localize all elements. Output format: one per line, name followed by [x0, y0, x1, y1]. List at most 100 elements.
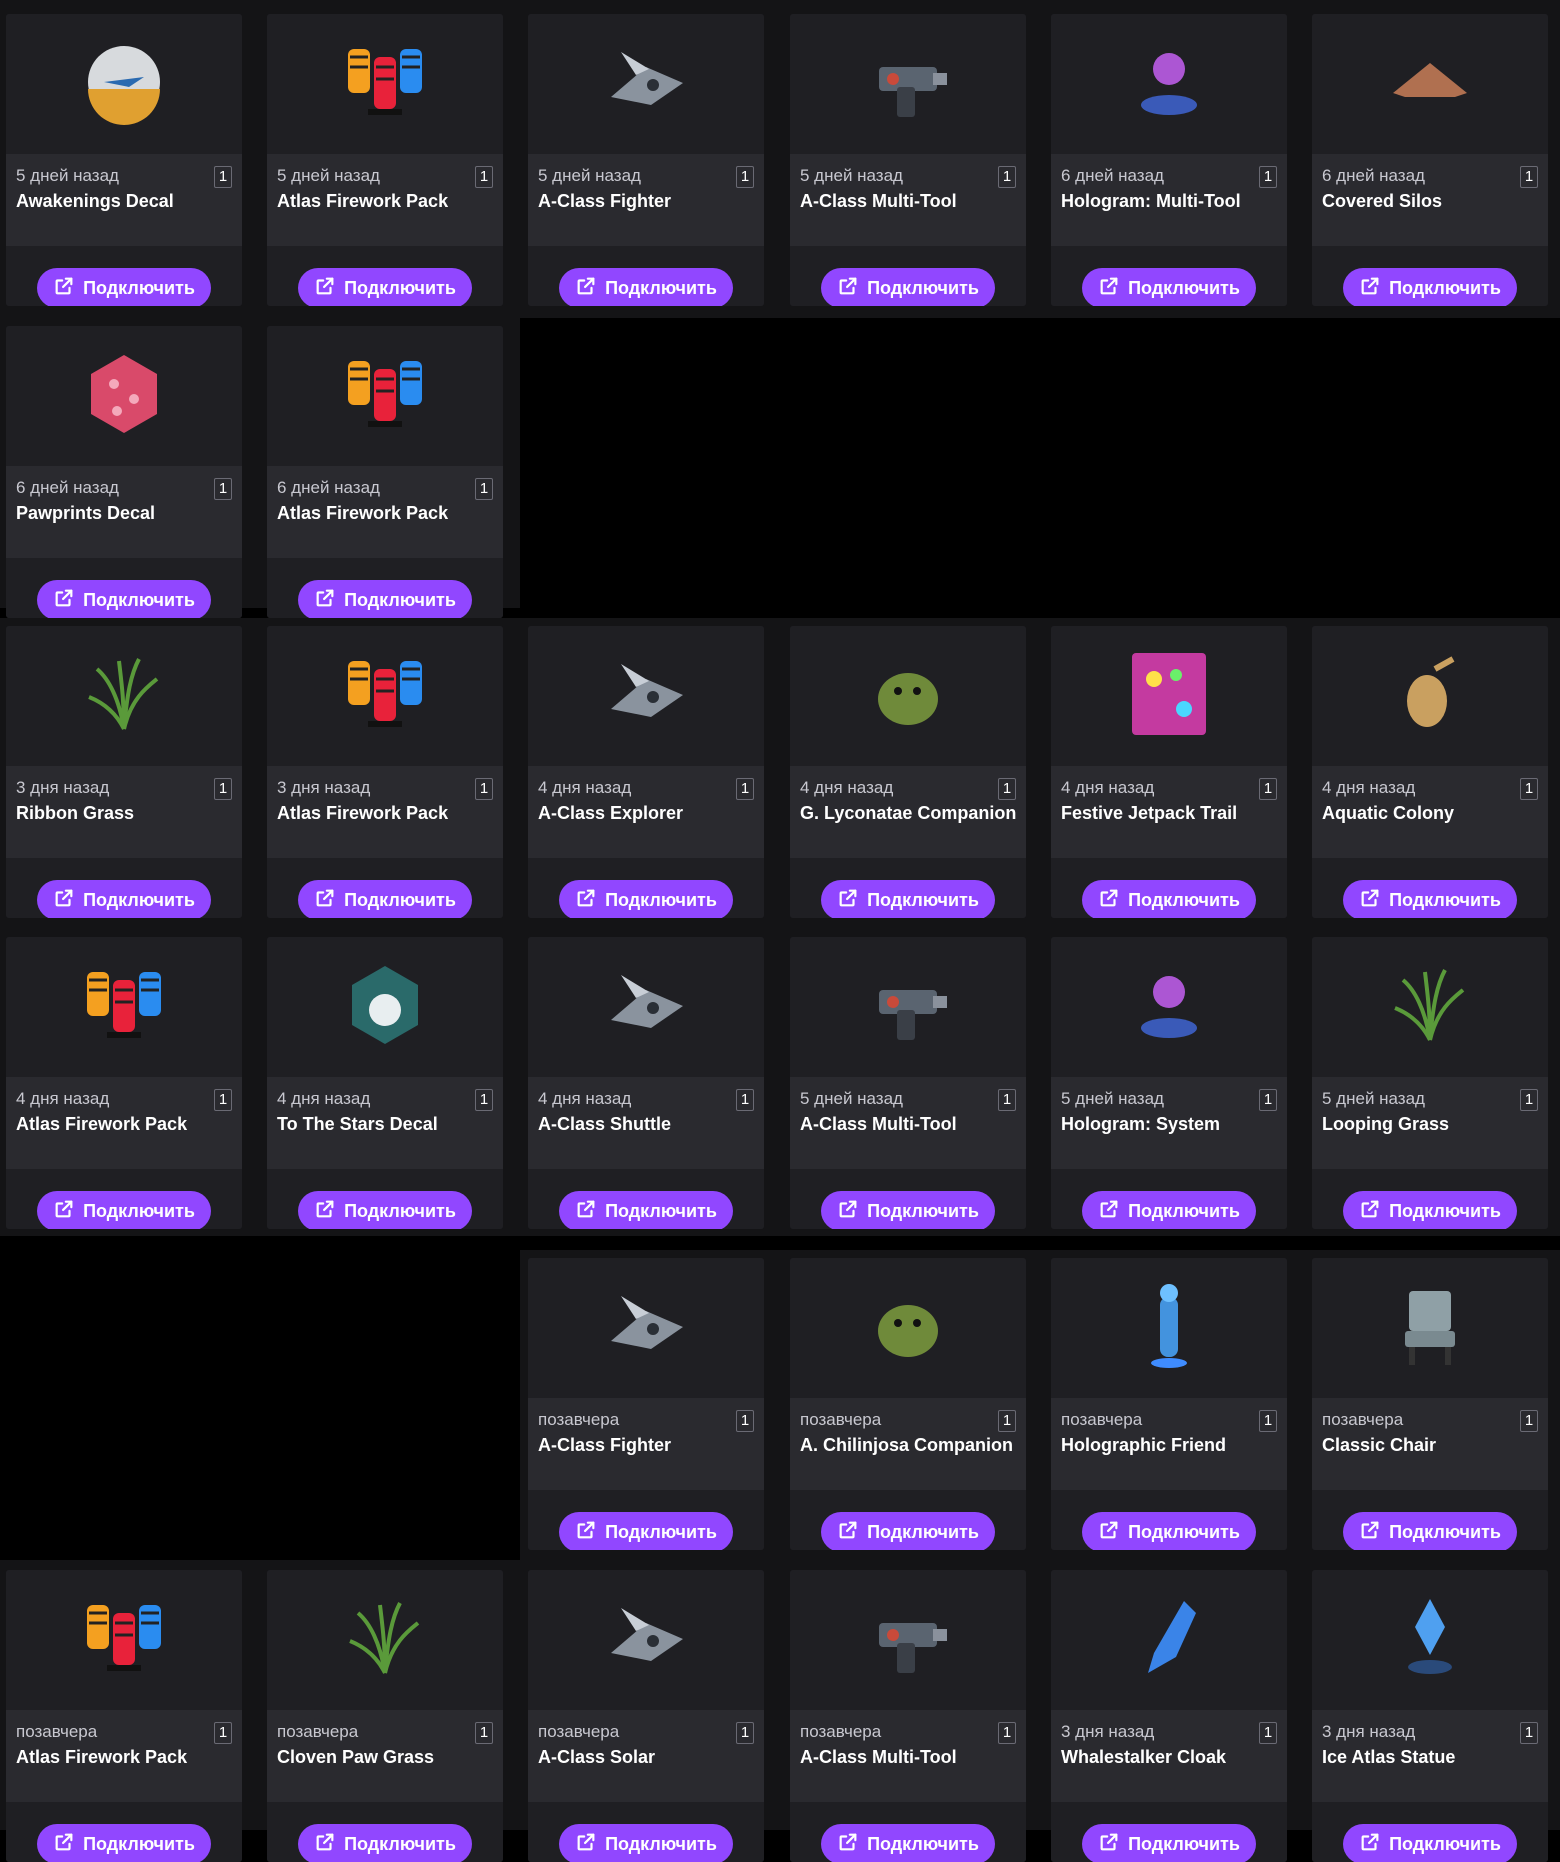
- connect-button[interactable]: Подключить: [821, 880, 995, 918]
- received-time: 5 дней назад: [800, 1089, 903, 1108]
- connect-button[interactable]: Подключить: [559, 268, 733, 306]
- connect-button[interactable]: Подключить: [37, 580, 211, 618]
- connect-button[interactable]: Подключить: [559, 1512, 733, 1550]
- external-link-icon: [53, 275, 75, 302]
- card-footer: Подключить: [6, 246, 242, 306]
- item-info: позавчера 1 Classic Chair: [1312, 1398, 1548, 1490]
- received-time: позавчера: [1061, 1410, 1143, 1429]
- card-footer: Подключить: [1312, 246, 1548, 306]
- connect-button[interactable]: Подключить: [821, 1512, 995, 1550]
- item-image: [6, 14, 242, 154]
- card-footer: Подключить: [528, 246, 764, 306]
- item-name: A-Class Multi-Tool: [800, 1114, 957, 1134]
- received-time: 4 дня назад: [16, 1089, 110, 1108]
- card-footer: Подключить: [1312, 1169, 1548, 1229]
- quantity-badge: 1: [214, 166, 232, 188]
- connect-button[interactable]: Подключить: [298, 880, 472, 918]
- drop-card: 5 дней назад 1 A-Class Multi-Tool Подклю…: [790, 14, 1026, 306]
- drop-card: 6 дней назад 1 Pawprints Decal Подключит…: [6, 326, 242, 618]
- connect-button[interactable]: Подключить: [37, 1191, 211, 1229]
- shuttle-ship-icon: [591, 950, 701, 1065]
- external-link-icon: [1098, 1831, 1120, 1858]
- item-info: 5 дней назад 1 Looping Grass: [1312, 1077, 1548, 1169]
- connect-button-label: Подключить: [83, 889, 195, 910]
- statue-icon: [1375, 1583, 1485, 1698]
- connect-button-label: Подключить: [83, 1200, 195, 1221]
- external-link-icon: [1098, 1198, 1120, 1225]
- drop-card: 4 дня назад 1 A-Class Explorer Подключит…: [528, 626, 764, 918]
- quantity-badge: 1: [1520, 1722, 1538, 1744]
- quantity-badge: 1: [736, 1722, 754, 1744]
- received-time: 6 дней назад: [16, 478, 119, 497]
- connect-button[interactable]: Подключить: [1082, 268, 1256, 306]
- drop-card: 6 дней назад 1 Atlas Firework Pack Подкл…: [267, 326, 503, 618]
- received-time: 3 дня назад: [1322, 1722, 1416, 1741]
- external-link-icon: [575, 887, 597, 914]
- connect-button[interactable]: Подключить: [1082, 1191, 1256, 1229]
- quantity-badge: 1: [736, 166, 754, 188]
- connect-button[interactable]: Подключить: [1343, 1512, 1517, 1550]
- connect-button[interactable]: Подключить: [1343, 1191, 1517, 1229]
- received-time: позавчера: [16, 1722, 98, 1741]
- connect-button-label: Подключить: [344, 1833, 456, 1854]
- firework-pack-icon: [330, 639, 440, 754]
- received-time: 5 дней назад: [538, 166, 641, 185]
- connect-button[interactable]: Подключить: [1343, 268, 1517, 306]
- item-image: [528, 14, 764, 154]
- drop-card: 4 дня назад 1 Atlas Firework Pack Подклю…: [6, 937, 242, 1229]
- connect-button-label: Подключить: [83, 277, 195, 298]
- external-link-icon: [575, 275, 597, 302]
- connect-button-label: Подключить: [605, 889, 717, 910]
- item-name: A. Chilinjosa Companion: [800, 1435, 1014, 1455]
- card-footer: Подключить: [1051, 1490, 1287, 1550]
- connect-button-label: Подключить: [867, 889, 979, 910]
- connect-button[interactable]: Подключить: [37, 268, 211, 306]
- item-name: Whalestalker Cloak: [1061, 1747, 1227, 1767]
- quantity-badge: 1: [998, 1089, 1016, 1111]
- card-footer: Подключить: [528, 858, 764, 918]
- connect-button[interactable]: Подключить: [1343, 880, 1517, 918]
- connect-button[interactable]: Подключить: [559, 880, 733, 918]
- item-name: Cloven Paw Grass: [277, 1747, 435, 1767]
- item-image: [528, 1258, 764, 1398]
- drop-card: 6 дней назад 1 Covered Silos Подключить: [1312, 14, 1548, 306]
- connect-button[interactable]: Подключить: [1082, 880, 1256, 918]
- external-link-icon: [1359, 887, 1381, 914]
- aquatic-colony-icon: [1375, 639, 1485, 754]
- item-name: A-Class Multi-Tool: [800, 1747, 957, 1767]
- item-image: [1051, 1258, 1287, 1398]
- card-footer: Подключить: [790, 1490, 1026, 1550]
- item-image: [6, 326, 242, 466]
- item-info: 6 дней назад 1 Atlas Firework Pack: [267, 466, 503, 558]
- connect-button[interactable]: Подключить: [298, 1191, 472, 1229]
- card-footer: Подключить: [6, 858, 242, 918]
- connect-button[interactable]: Подключить: [559, 1191, 733, 1229]
- connect-button[interactable]: Подключить: [821, 1191, 995, 1229]
- item-name: Atlas Firework Pack: [277, 503, 449, 523]
- connect-button[interactable]: Подключить: [37, 880, 211, 918]
- connect-button-label: Подключить: [344, 889, 456, 910]
- drop-card: 5 дней назад 1 Hologram: System Подключи…: [1051, 937, 1287, 1229]
- external-link-icon: [314, 1831, 336, 1858]
- connect-button[interactable]: Подключить: [821, 268, 995, 306]
- item-name: Hologram: Multi-Tool: [1061, 191, 1241, 211]
- connect-button[interactable]: Подключить: [298, 268, 472, 306]
- item-image: [528, 626, 764, 766]
- quantity-badge: 1: [475, 478, 493, 500]
- companion-creature-icon: [853, 1271, 963, 1386]
- external-link-icon: [1359, 1198, 1381, 1225]
- grass-icon: [69, 639, 179, 754]
- item-info: 5 дней назад 1 A-Class Multi-Tool: [790, 154, 1026, 246]
- item-name: Atlas Firework Pack: [277, 191, 449, 211]
- drop-card: 3 дня назад 1 Ice Atlas Statue Подключит…: [1312, 1570, 1548, 1862]
- connect-button[interactable]: Подключить: [1082, 1512, 1256, 1550]
- connect-button-label: Подключить: [344, 1200, 456, 1221]
- item-info: позавчера 1 A. Chilinjosa Companion: [790, 1398, 1026, 1490]
- item-image: [267, 14, 503, 154]
- drop-card: 6 дней назад 1 Hologram: Multi-Tool Подк…: [1051, 14, 1287, 306]
- card-footer: Подключить: [6, 558, 242, 618]
- external-link-icon: [314, 587, 336, 614]
- connect-button[interactable]: Подключить: [298, 580, 472, 618]
- item-info: позавчера 1 A-Class Fighter: [528, 1398, 764, 1490]
- item-name: A-Class Explorer: [538, 803, 684, 823]
